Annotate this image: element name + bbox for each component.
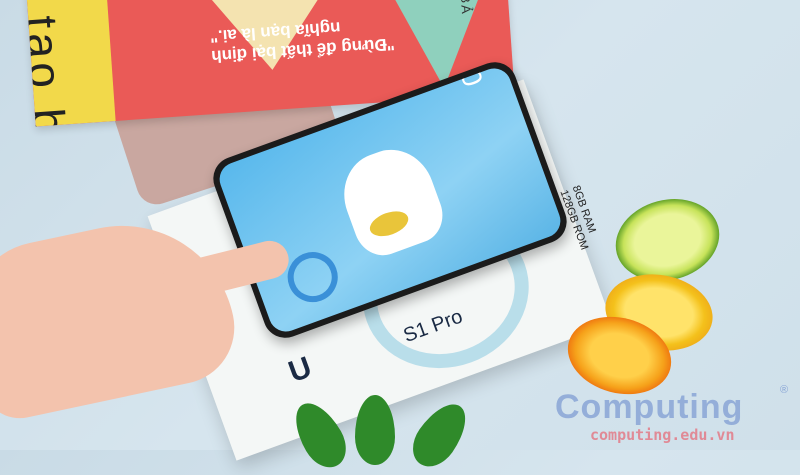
- leaf: [355, 395, 395, 465]
- fingerprint-icon: [280, 245, 345, 310]
- watermark-registered: ®: [780, 384, 789, 396]
- watermark-brand: Computing: [555, 388, 744, 426]
- leaf: [403, 394, 477, 475]
- box-logo: U: [284, 350, 316, 390]
- watermark-url: computing.edu.vn: [590, 426, 735, 444]
- lucky-cat-wallpaper: [331, 138, 451, 263]
